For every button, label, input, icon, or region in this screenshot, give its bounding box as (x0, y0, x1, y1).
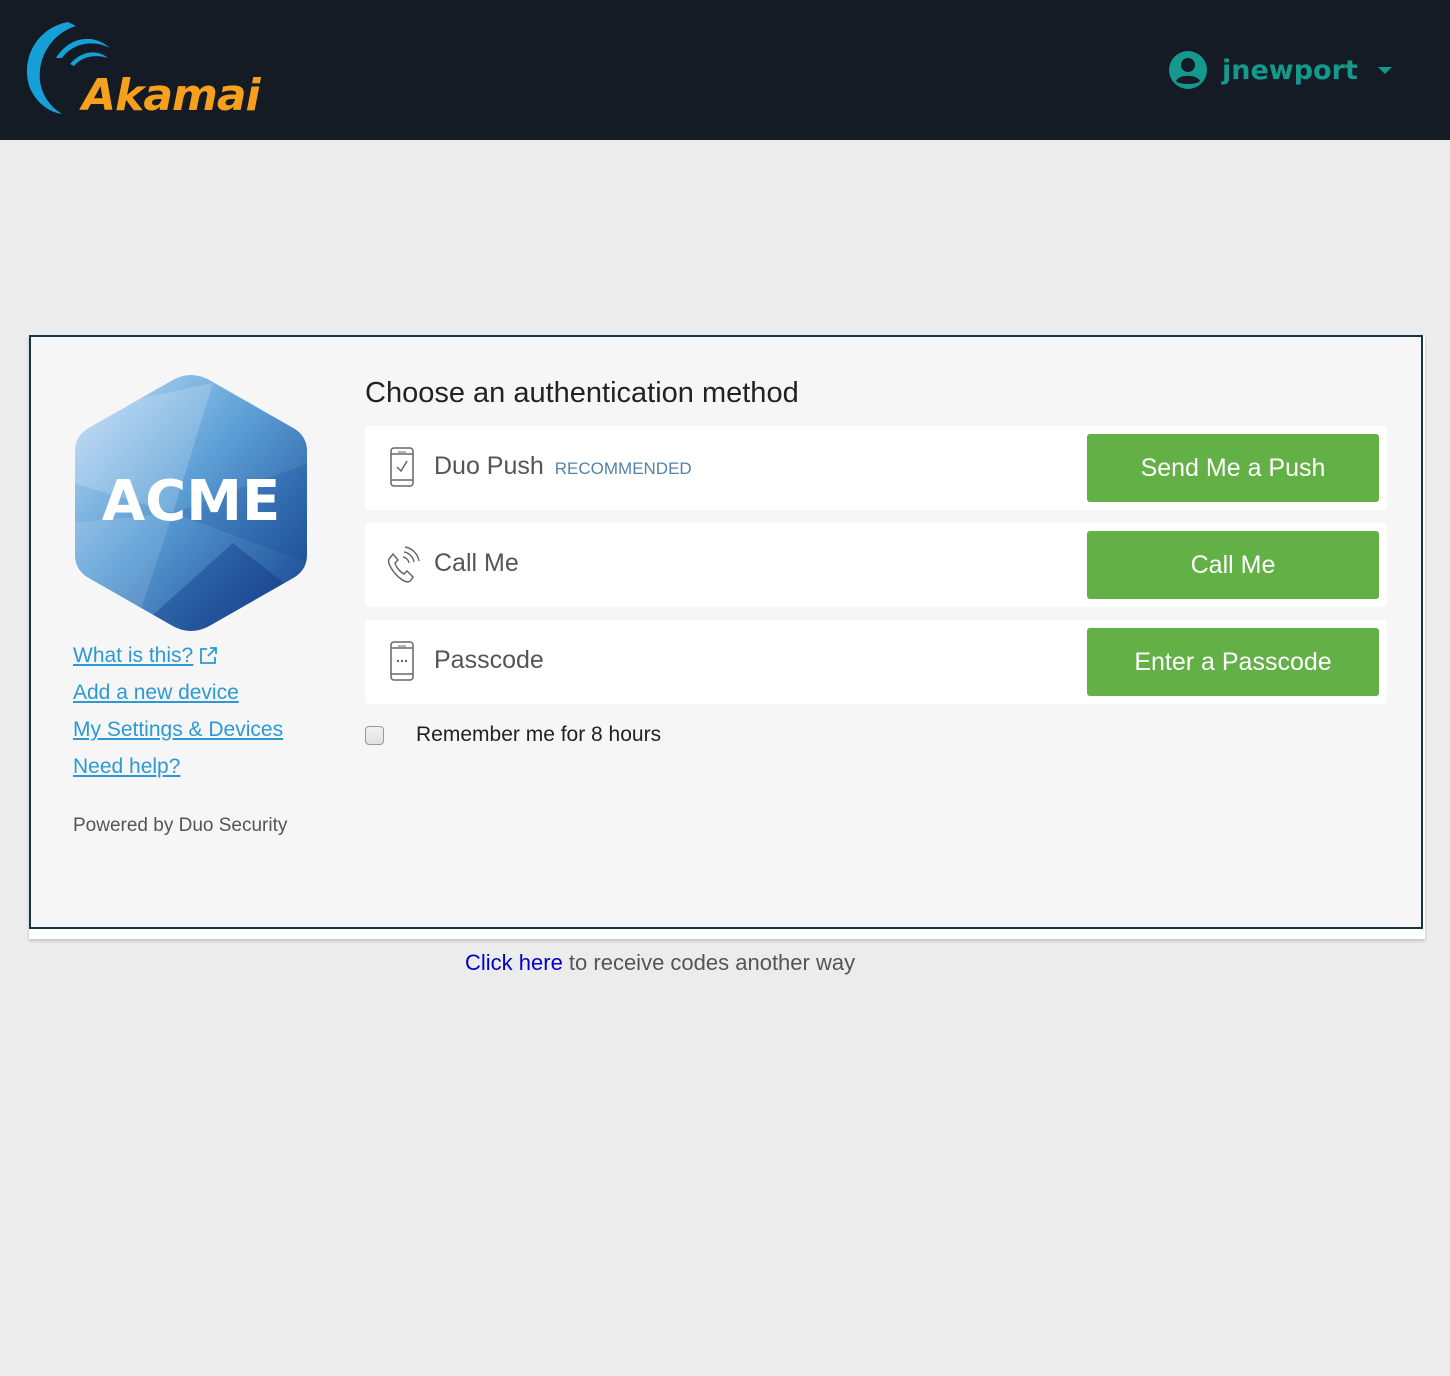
send-push-button[interactable]: Send Me a Push (1087, 434, 1379, 502)
method-call-me: Call Me Call Me (365, 523, 1387, 607)
what-is-this-link[interactable]: What is this? (73, 643, 283, 680)
acme-logo: ACME (73, 373, 309, 633)
remember-me: Remember me for 8 hours (365, 723, 661, 747)
recommended-badge: RECOMMENDED (554, 459, 692, 478)
method-duo-push: Duo Push RECOMMENDED Send Me a Push (365, 426, 1387, 510)
call-me-label: Call Me (434, 549, 519, 577)
click-here-link[interactable]: Click here (465, 950, 563, 975)
phone-call-icon (387, 546, 420, 583)
enter-passcode-button[interactable]: Enter a Passcode (1087, 628, 1379, 696)
sidebar-links: What is this? Add a new device My Settin… (73, 643, 283, 791)
auth-panel: ACME What is this? Add a new device My S… (29, 335, 1423, 929)
phone-passcode-icon (390, 641, 414, 681)
passcode-label: Passcode (434, 646, 544, 674)
acme-logo-text: ACME (102, 469, 280, 534)
alternate-codes-label: to receive codes another way (562, 950, 856, 975)
settings-devices-link[interactable]: My Settings & Devices (73, 717, 283, 754)
remember-me-label[interactable]: Remember me for 8 hours (416, 723, 661, 747)
external-link-icon (200, 647, 218, 664)
user-circle-icon (1169, 51, 1207, 89)
add-device-link[interactable]: Add a new device (73, 680, 283, 717)
caret-down-icon[interactable] (1377, 66, 1392, 74)
acme-hexagon-icon: ACME (75, 375, 307, 631)
user-menu[interactable]: jnewport (1168, 48, 1392, 92)
what-is-this-label: What is this? (73, 644, 194, 667)
akamai-wordmark: Akamai (82, 70, 261, 121)
akamai-logo[interactable]: Akamai (18, 18, 261, 121)
page-title: Choose an authentication method (365, 377, 799, 409)
remember-me-checkbox[interactable] (365, 725, 384, 745)
username: jnewport (1222, 54, 1358, 86)
method-label: Duo Push RECOMMENDED (434, 452, 692, 481)
phone-check-icon (390, 447, 414, 487)
call-me-button[interactable]: Call Me (1087, 531, 1379, 599)
powered-by: Powered by Duo Security (73, 815, 288, 836)
method-passcode: Passcode Enter a Passcode (365, 620, 1387, 704)
top-bar: Akamai jnewport (0, 0, 1450, 140)
alternate-codes-text: Click here to receive codes another way (465, 950, 855, 976)
duo-push-label: Duo Push (434, 452, 544, 480)
need-help-link[interactable]: Need help? (73, 754, 283, 791)
